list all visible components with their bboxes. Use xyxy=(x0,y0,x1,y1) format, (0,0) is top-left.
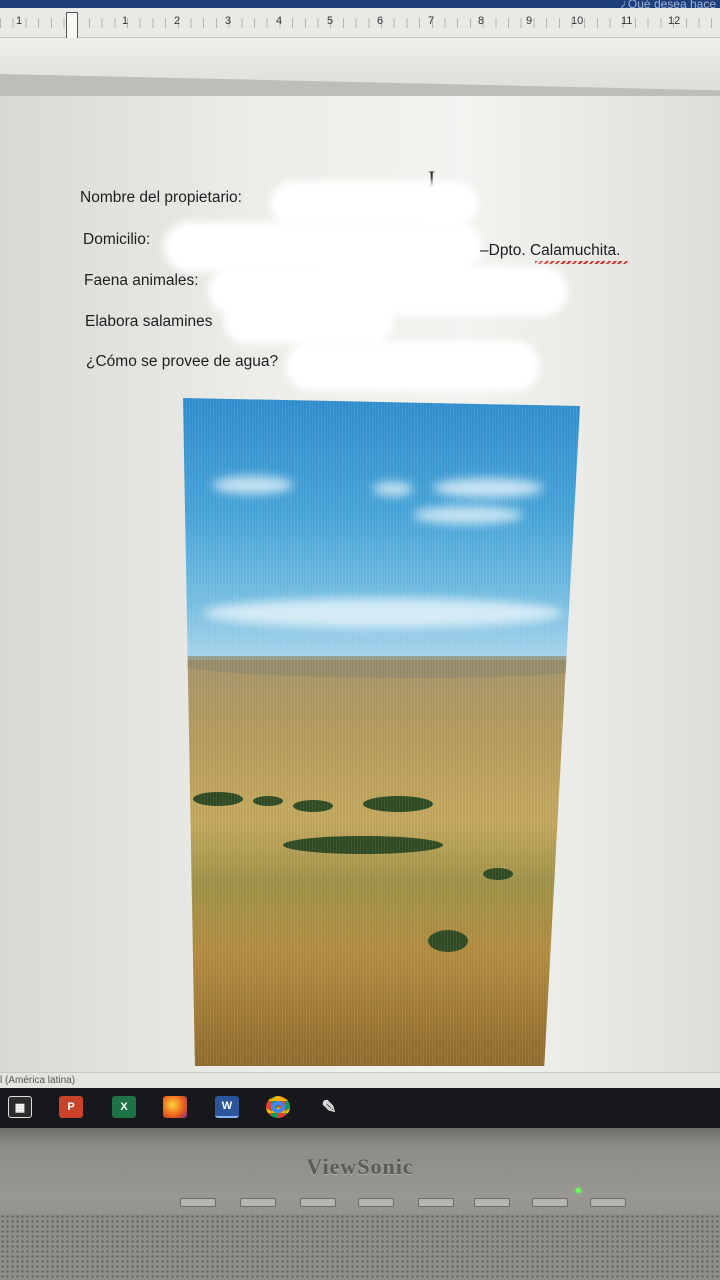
redaction-water xyxy=(292,347,534,385)
monitor-button[interactable] xyxy=(418,1198,454,1207)
moire-overlay xyxy=(183,398,580,1066)
word-icon[interactable]: W xyxy=(215,1096,239,1118)
redaction-owner-name xyxy=(276,187,472,221)
powerpoint-label: P xyxy=(67,1101,75,1113)
monitor-button[interactable] xyxy=(300,1198,336,1207)
ruler-number: 5 xyxy=(327,15,334,27)
landscape-photo[interactable] xyxy=(183,398,580,1066)
excel-icon[interactable]: X xyxy=(112,1096,136,1118)
taskbar: ▦ P X W ✎ xyxy=(0,1088,720,1128)
horizontal-ruler[interactable]: 1 1 2 3 4 5 6 7 8 9 10 11 12 xyxy=(0,8,720,42)
monitor-button[interactable] xyxy=(532,1198,568,1207)
powerpoint-icon[interactable]: P xyxy=(59,1096,83,1118)
monitor-power-button[interactable] xyxy=(590,1198,626,1207)
ruler-number: 3 xyxy=(225,15,232,27)
monitor-button[interactable] xyxy=(358,1198,394,1207)
firefox-icon[interactable] xyxy=(163,1096,187,1118)
ruler-number: 8 xyxy=(478,15,485,27)
ruler-number: 2 xyxy=(174,15,181,27)
ruler-ticks xyxy=(0,18,720,28)
ruler-number: 12 xyxy=(668,15,681,27)
monitor-brand: ViewSonic xyxy=(306,1154,414,1179)
language-indicator[interactable]: l (América latina) xyxy=(0,1075,75,1086)
excel-label: X xyxy=(120,1101,128,1113)
ruler-number: 7 xyxy=(428,15,435,27)
ruler-number: 10 xyxy=(571,15,584,27)
owner-name-label: Nombre del propietario: xyxy=(80,189,242,206)
ruler-number: 11 xyxy=(621,15,633,27)
speaker-grille xyxy=(0,1214,720,1280)
spellcheck-underline xyxy=(535,261,629,264)
windows-store-icon[interactable]: ▦ xyxy=(8,1096,32,1118)
ruler-number: 9 xyxy=(526,15,533,27)
monitor-button[interactable] xyxy=(474,1198,510,1207)
redaction-address xyxy=(170,228,476,266)
ruler-number: 6 xyxy=(377,15,384,27)
ruler-number: 4 xyxy=(276,15,283,27)
word-label: W xyxy=(221,1100,233,1112)
paint-icon[interactable]: ✎ xyxy=(317,1096,341,1118)
power-led xyxy=(576,1188,581,1193)
monitor-button[interactable] xyxy=(180,1198,216,1207)
ruler-number: 1 xyxy=(122,15,129,27)
monitor-button[interactable] xyxy=(240,1198,276,1207)
ruler-number: 1 xyxy=(16,15,23,27)
redaction-slaughter xyxy=(214,272,562,310)
chrome-icon[interactable] xyxy=(266,1096,290,1118)
address-label: Domicilio: xyxy=(83,231,151,248)
redaction-salami xyxy=(230,306,388,338)
water-supply-label: ¿Cómo se provee de agua? xyxy=(86,353,279,370)
slaughter-animals-label: Faena animales: xyxy=(84,272,199,289)
address-department: –Dpto. Calamuchita. xyxy=(480,242,621,259)
salami-label: Elabora salamines xyxy=(85,313,213,330)
